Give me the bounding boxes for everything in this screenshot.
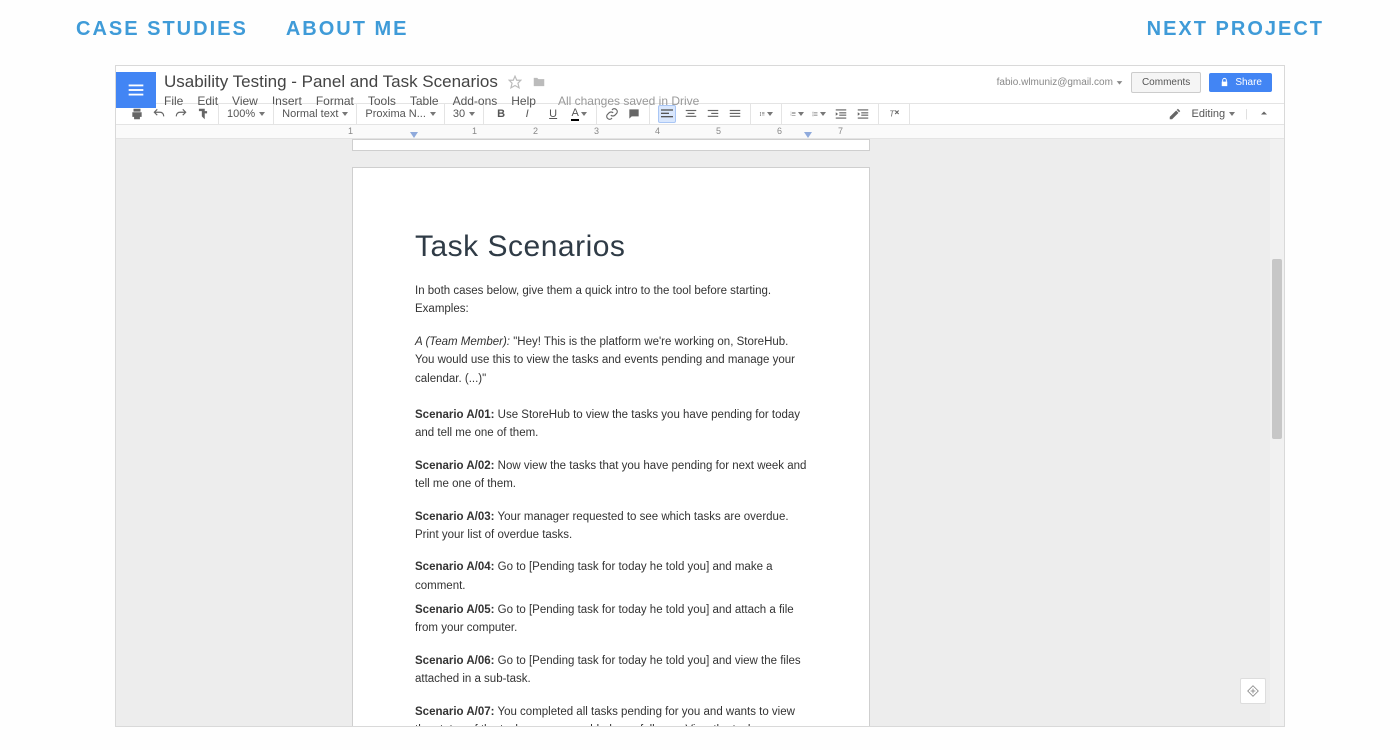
ruler[interactable]: 1 1 2 3 4 5 6 7	[116, 125, 1284, 139]
text-color-button[interactable]: A	[570, 105, 588, 123]
editing-mode-select[interactable]: Editing	[1192, 108, 1236, 120]
scenario-item: Scenario A/05: Go to [Pending task for t…	[415, 601, 807, 638]
docs-logo-icon[interactable]	[116, 72, 156, 108]
font-select[interactable]: Proxima N...	[365, 108, 436, 120]
previous-page-edge	[352, 139, 870, 151]
toolbar: 100% Normal text Proxima N... 30 B I U A	[116, 103, 1284, 125]
nav-case-studies[interactable]: CASE STUDIES	[76, 18, 248, 41]
ruler-tick: 1	[472, 126, 477, 136]
indent-marker-right[interactable]	[804, 132, 812, 138]
italic-button[interactable]: I	[518, 105, 536, 123]
scenario-item: Scenario A/04: Go to [Pending task for t…	[415, 558, 807, 595]
numbered-list-button[interactable]: 123	[790, 107, 804, 121]
redo-icon[interactable]	[174, 107, 188, 121]
scenario-item: Scenario A/06: Go to [Pending task for t…	[415, 652, 807, 689]
vertical-scrollbar[interactable]	[1270, 139, 1284, 726]
svg-text:3: 3	[791, 115, 792, 117]
docs-header: Usability Testing - Panel and Task Scena…	[116, 66, 1284, 103]
folder-icon[interactable]	[532, 75, 546, 89]
paint-format-icon[interactable]	[196, 107, 210, 121]
star-icon[interactable]	[508, 75, 522, 89]
font-size-select[interactable]: 30	[453, 108, 475, 120]
scrollbar-thumb[interactable]	[1272, 259, 1282, 439]
ruler-tick: 7	[838, 126, 843, 136]
indent-marker-left[interactable]	[410, 132, 418, 138]
nav-about-me[interactable]: ABOUT ME	[286, 18, 409, 41]
doc-intro: In both cases below, give them a quick i…	[415, 282, 807, 319]
ruler-tick: 2	[533, 126, 538, 136]
plus-diamond-icon	[1246, 684, 1260, 698]
ruler-tick: 6	[777, 126, 782, 136]
align-right-button[interactable]	[706, 107, 720, 121]
ruler-tick: 1	[348, 126, 353, 136]
user-email-text: fabio.wlmuniz@gmail.com	[997, 77, 1113, 88]
collapse-toolbar-button[interactable]	[1258, 107, 1270, 122]
bullet-list-button[interactable]	[812, 107, 826, 121]
line-spacing-button[interactable]	[759, 107, 773, 121]
document-page[interactable]: Task Scenarios In both cases below, give…	[352, 167, 870, 726]
chevron-down-icon	[1116, 79, 1123, 86]
clear-formatting-button[interactable]: T	[887, 107, 901, 121]
share-button-label: Share	[1235, 77, 1262, 88]
nav-next-project[interactable]: NEXT PROJECT	[1147, 18, 1324, 40]
comments-button[interactable]: Comments	[1131, 72, 1201, 93]
paragraph-style-select[interactable]: Normal text	[282, 108, 348, 120]
editing-mode-icon[interactable]	[1168, 107, 1182, 121]
comment-icon[interactable]	[627, 107, 641, 121]
scenario-item: Scenario A/01: Use StoreHub to view the …	[415, 406, 807, 443]
underline-button[interactable]: U	[544, 105, 562, 123]
scenario-item: Scenario A/03: Your manager requested to…	[415, 508, 807, 545]
site-nav: CASE STUDIES ABOUT ME NEXT PROJECT	[0, 0, 1400, 65]
bold-button[interactable]: B	[492, 105, 510, 123]
undo-icon[interactable]	[152, 107, 166, 121]
align-center-button[interactable]	[684, 107, 698, 121]
document-canvas: Task Scenarios In both cases below, give…	[116, 139, 1284, 726]
google-docs-frame: Usability Testing - Panel and Task Scena…	[115, 65, 1285, 727]
lock-icon	[1219, 77, 1230, 88]
ruler-tick: 3	[594, 126, 599, 136]
indent-button[interactable]	[856, 107, 870, 121]
align-justify-button[interactable]	[728, 107, 742, 121]
ruler-tick: 4	[655, 126, 660, 136]
link-icon[interactable]	[605, 107, 619, 121]
doc-heading: Task Scenarios	[415, 230, 807, 264]
document-title[interactable]: Usability Testing - Panel and Task Scena…	[164, 72, 498, 92]
scenario-item: Scenario A/02: Now view the tasks that y…	[415, 457, 807, 494]
ruler-tick: 5	[716, 126, 721, 136]
print-icon[interactable]	[130, 107, 144, 121]
scenario-item: Scenario A/07: You completed all tasks p…	[415, 703, 807, 726]
zoom-select[interactable]: 100%	[227, 108, 265, 120]
svg-text:T: T	[889, 109, 895, 118]
share-button[interactable]: Share	[1209, 73, 1272, 92]
explore-fab[interactable]	[1240, 678, 1266, 704]
align-left-button[interactable]	[658, 105, 676, 123]
user-email-dropdown[interactable]: fabio.wlmuniz@gmail.com	[997, 77, 1123, 88]
doc-intro-example: A (Team Member): "Hey! This is the platf…	[415, 333, 807, 388]
outdent-button[interactable]	[834, 107, 848, 121]
